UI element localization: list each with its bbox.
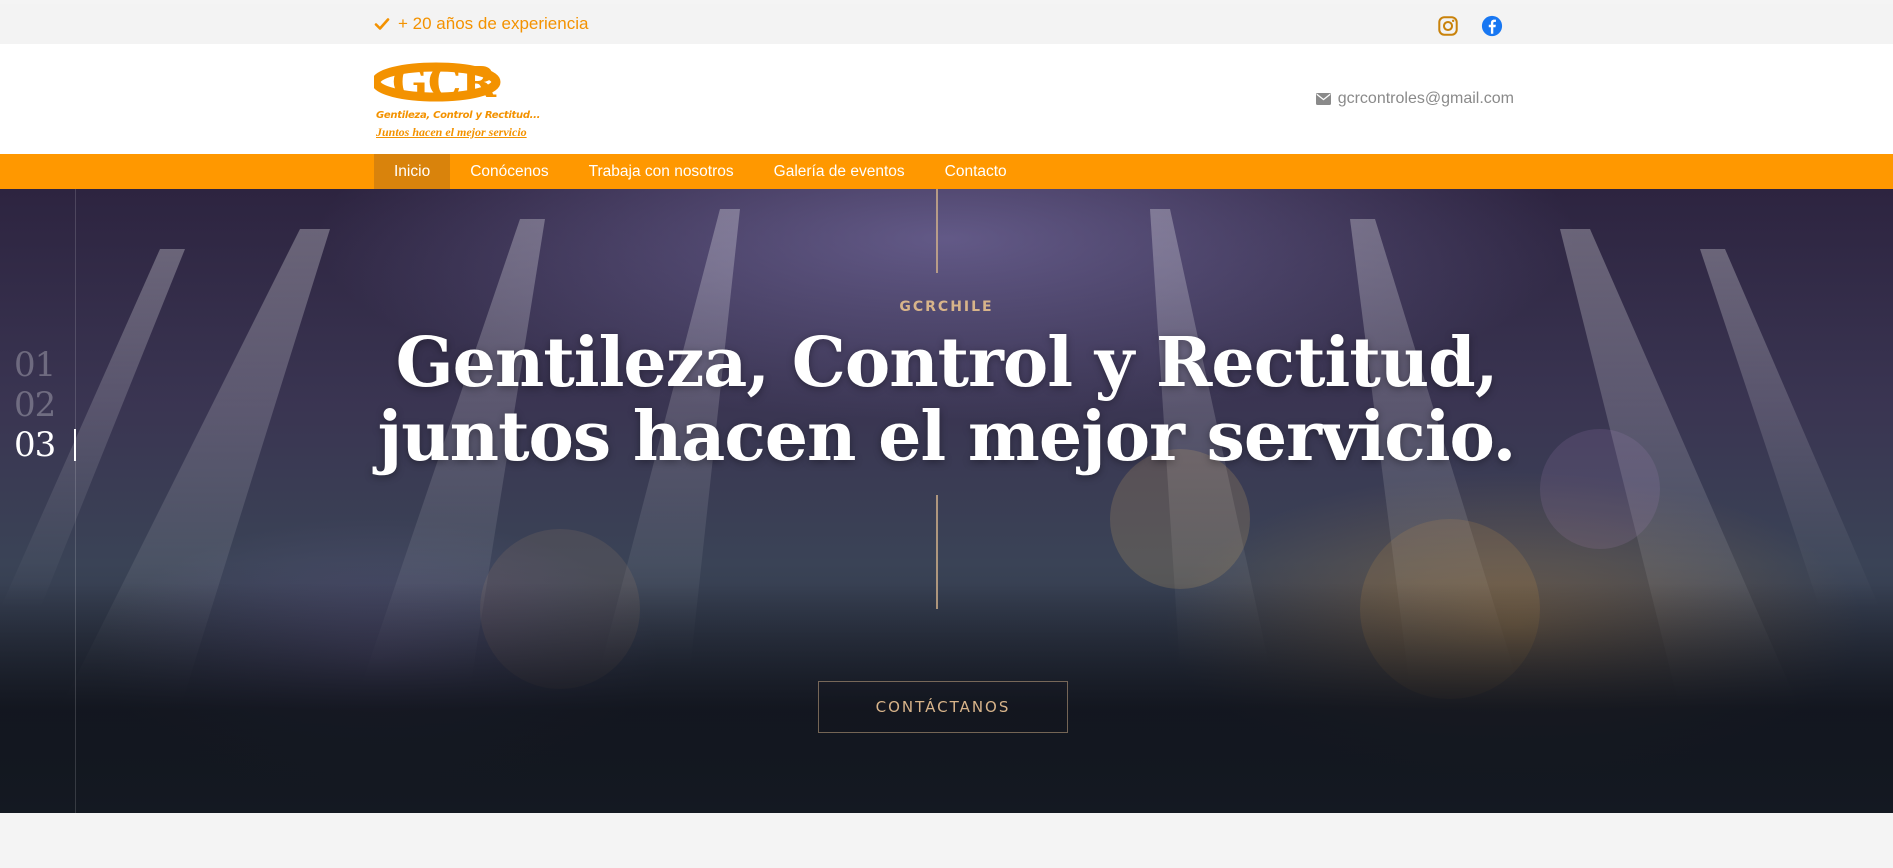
gcr-logo[interactable]: GCR Gentileza, Control y Rectitud... Jun…	[371, 58, 544, 148]
contact-email[interactable]: gcrcontroles@gmail.com	[1315, 90, 1514, 108]
slider-rule	[75, 189, 76, 813]
bottom-divider	[936, 495, 938, 609]
logo-slogan: Juntos hacen el mejor servicio	[376, 125, 527, 139]
nav-item-trabaja[interactable]: Trabaja con nosotros	[569, 154, 754, 189]
site-header: GCR Gentileza, Control y Rectitud... Jun…	[0, 44, 1893, 154]
envelope-icon	[1315, 93, 1331, 105]
check-icon	[374, 18, 390, 30]
headline-line-2: juntos hacen el mejor servicio.	[377, 397, 1517, 477]
nav-item-galeria[interactable]: Galería de eventos	[754, 154, 925, 189]
top-divider	[936, 189, 938, 273]
logo-letters: GCR	[392, 58, 497, 107]
hero-slider: 01 02 03 GCRCHILE Gentileza, Control y R…	[0, 189, 1893, 813]
contact-cta-button[interactable]: CONTÁCTANOS	[818, 681, 1068, 733]
logo-mark: GCR	[371, 58, 501, 107]
main-nav: Inicio Conócenos Trabaja con nosotros Ga…	[0, 154, 1893, 189]
experience-note: + 20 años de experiencia	[374, 14, 588, 34]
logo-tagline: Gentileza, Control y Rectitud...	[376, 110, 541, 121]
nav-item-inicio[interactable]: Inicio	[374, 154, 451, 189]
hero-kicker: GCRCHILE	[899, 299, 994, 315]
instagram-icon[interactable]	[1437, 15, 1459, 37]
nav-item-contacto[interactable]: Contacto	[925, 154, 1027, 189]
next-section	[0, 813, 1893, 868]
hero-headline: Gentileza, Control y Rectitud, juntos ha…	[0, 326, 1893, 474]
top-bar: + 20 años de experiencia	[0, 4, 1893, 44]
experience-text: + 20 años de experiencia	[398, 14, 589, 33]
email-address: gcrcontroles@gmail.com	[1337, 90, 1514, 107]
nav-item-conocenos[interactable]: Conócenos	[450, 154, 568, 189]
headline-line-1: Gentileza, Control y Rectitud,	[395, 323, 1499, 403]
facebook-icon[interactable]	[1481, 15, 1503, 37]
